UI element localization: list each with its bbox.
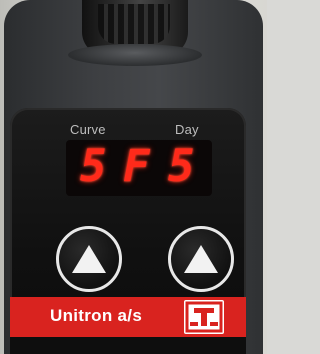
curve-label: Curve — [70, 122, 106, 137]
panel-bottom-edge — [10, 337, 246, 354]
device-photo: Curve Day 5 F 5 Unitron a/s — [0, 0, 267, 354]
day-up-button[interactable] — [168, 226, 234, 292]
unitron-logo-icon — [184, 300, 224, 334]
curve-up-button[interactable] — [56, 226, 122, 292]
cable-gland-ring — [68, 44, 202, 66]
triangle-up-icon — [72, 245, 106, 273]
display-digit-3: 5 — [168, 141, 195, 192]
display-digit-2: F — [123, 141, 150, 192]
triangle-up-icon — [184, 245, 218, 273]
day-label: Day — [175, 122, 199, 137]
display-digit-1: 5 — [80, 141, 107, 192]
brand-name: Unitron a/s — [50, 306, 143, 325]
